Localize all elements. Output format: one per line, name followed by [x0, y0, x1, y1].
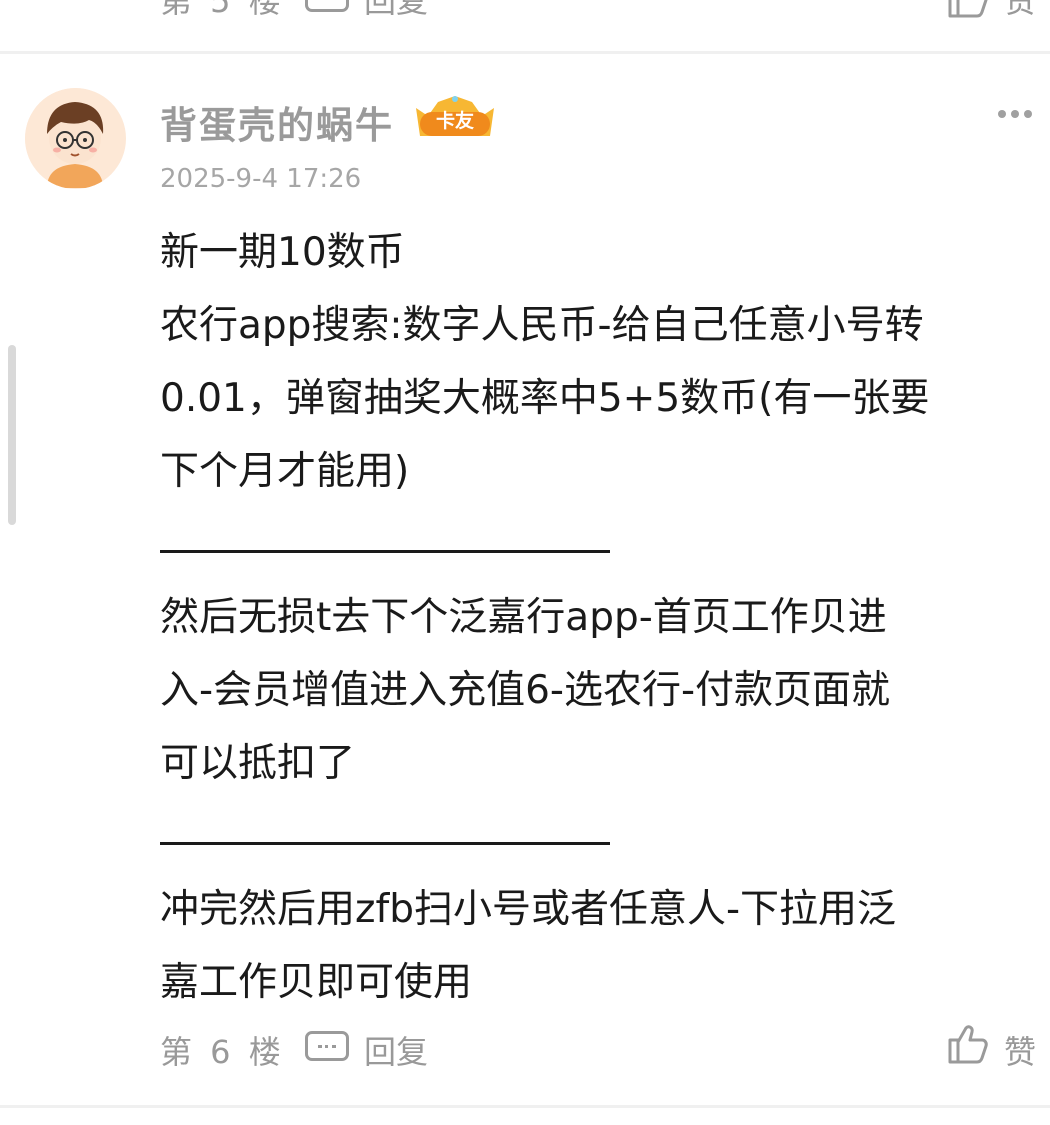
like-icon[interactable]: [946, 1022, 990, 1066]
comment-line: 入-会员增值进入充值6-选农行-付款页面就: [160, 668, 891, 713]
badge-label: 卡友: [435, 110, 474, 132]
like-button[interactable]: 赞: [1004, 1027, 1036, 1073]
comment-line: 然后无损t去下个泛嘉行app-首页工作贝进: [160, 595, 887, 640]
reply-icon[interactable]: [305, 1031, 349, 1061]
comment-line: 可以抵扣了: [160, 741, 356, 786]
avatar-illustration: [25, 88, 125, 188]
comment-line: 冲完然后用zfb扫小号或者任意人-下拉用泛: [160, 887, 897, 932]
scrollbar[interactable]: [8, 345, 16, 525]
separator-line: [160, 800, 1040, 873]
floor-number: 第 5 楼: [160, 0, 285, 20]
reply-icon[interactable]: [305, 0, 349, 12]
comment-line: 嘉工作贝即可使用: [160, 960, 473, 1005]
divider: [0, 51, 1050, 54]
previous-comment-footer: 第 5 楼 回复 赞: [0, 0, 1050, 20]
comment-body: 新一期10数币 农行app搜索:数字人民币-给自己任意小号转 0.01，弹窗抽奖…: [160, 216, 1040, 1019]
reply-button[interactable]: 回复: [364, 1027, 428, 1073]
comment-line: 农行app搜索:数字人民币-给自己任意小号转: [160, 303, 924, 348]
more-options-icon[interactable]: [998, 108, 1032, 120]
comment-line: 下个月才能用): [160, 449, 410, 494]
divider: [0, 1105, 1050, 1108]
timestamp: 2025-9-4 17:26: [160, 164, 362, 194]
username[interactable]: 背蛋壳的蜗牛: [160, 95, 394, 149]
floor-number: 第 6 楼: [160, 1033, 285, 1071]
comment-line: 0.01，弹窗抽奖大概率中5+5数币(有一张要: [160, 376, 930, 421]
comment-line: 新一期10数币: [160, 230, 405, 275]
like-icon[interactable]: [946, 0, 990, 20]
member-badge: 卡友: [410, 94, 500, 140]
like-button[interactable]: 赞: [1004, 0, 1036, 22]
separator-line: [160, 508, 1040, 581]
avatar[interactable]: [25, 88, 126, 189]
reply-button[interactable]: 回复: [364, 0, 428, 22]
